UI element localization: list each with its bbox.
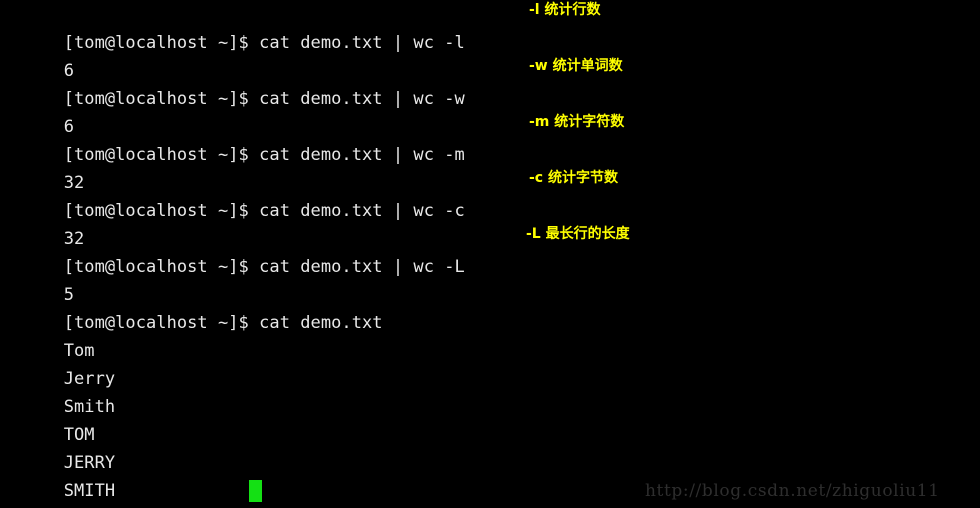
annotation-wc-m: -m 统计字符数 [529, 114, 625, 130]
terminal-line: Tom [2, 309, 980, 361]
terminal-line: 32 [2, 197, 980, 249]
terminal-line: [tom@localhost ~]$ cat demo.txt | wc -L … [2, 225, 980, 277]
terminal-line: SMITH [2, 449, 980, 501]
annotation-wc-c: -c 统计字节数 [529, 170, 618, 186]
terminal-line: [tom@localhost ~]$ cat demo.txt | wc -l … [2, 1, 980, 53]
watermark-url: http://blog.csdn.net/zhiguoliu11 [645, 481, 940, 501]
annotation-wc-w: -w 统计单词数 [529, 58, 623, 74]
terminal-line: Jerry [2, 337, 980, 389]
terminal-line: Smith [2, 365, 980, 417]
annotation-wc-L: -L 最长行的长度 [526, 226, 630, 242]
terminal-line: [tom@localhost ~]$ cat demo.txt | wc -m … [2, 113, 980, 165]
terminal-line: 5 [2, 253, 980, 305]
annotation-wc-l: -l 统计行数 [529, 2, 601, 18]
terminal-line: JERRY [2, 421, 980, 473]
terminal-line: [tom@localhost ~]$ cat demo.txt | wc -c … [2, 169, 980, 221]
terminal-line: 6 [2, 29, 980, 81]
terminal-line: [tom@localhost ~]$ cat demo.txt [2, 281, 980, 333]
terminal-line: 6 [2, 85, 980, 137]
terminal-window[interactable]: [tom@localhost ~]$ cat demo.txt | wc -l … [0, 0, 980, 508]
terminal-line: [tom@localhost ~]$ cat demo.txt | wc -w … [2, 57, 980, 109]
text-cursor [249, 480, 262, 502]
terminal-line: TOM [2, 393, 980, 445]
terminal-screen[interactable]: [tom@localhost ~]$ cat demo.txt | wc -l … [2, 1, 980, 505]
terminal-line: 32 [2, 141, 980, 193]
